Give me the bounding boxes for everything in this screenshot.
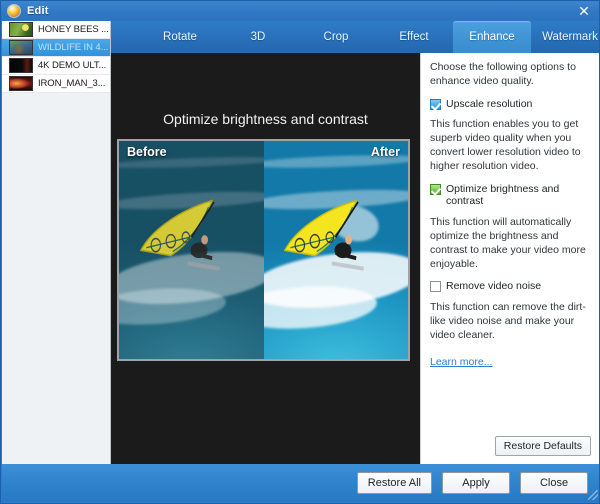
list-item[interactable]: HONEY BEES ... <box>2 21 110 39</box>
app-logo-icon <box>7 4 21 18</box>
upscale-resolution-label: Upscale resolution <box>446 97 533 110</box>
list-item[interactable]: 4K DEMO ULT... <box>2 57 110 75</box>
file-list-sidebar: HONEY BEES ... WILDLIFE IN 4... 4K DEMO … <box>2 21 111 483</box>
edit-dialog-window: Edit ✕ HONEY BEES ... WILDLIFE IN 4... 4… <box>0 0 600 504</box>
optimize-brightness-row[interactable]: Optimize brightness and contrast <box>430 183 591 208</box>
title-bar: Edit ✕ <box>1 1 599 21</box>
windsurfer-graphic <box>266 198 379 290</box>
resize-grip-icon[interactable] <box>588 490 598 500</box>
remove-noise-label: Remove video noise <box>446 280 542 293</box>
footer-bar: Restore All Apply Close <box>2 464 599 502</box>
list-item-label: HONEY BEES ... <box>38 24 108 35</box>
remove-noise-row[interactable]: Remove video noise <box>430 280 591 293</box>
wave-foam <box>119 284 227 329</box>
tab-crop[interactable]: Crop <box>297 21 375 53</box>
learn-more-link[interactable]: Learn more... <box>430 356 492 368</box>
video-thumbnail <box>9 58 33 73</box>
preview-area: Optimize brightness and contrast Before <box>111 53 420 465</box>
options-intro-text: Choose the following options to enhance … <box>430 61 576 87</box>
tab-enhance[interactable]: Enhance <box>453 21 531 53</box>
preview-title: Optimize brightness and contrast <box>163 111 368 127</box>
video-thumbnail <box>9 40 33 55</box>
video-thumbnail <box>9 76 33 91</box>
close-button[interactable]: Close <box>520 472 588 494</box>
tab-bar: Rotate 3D Crop Effect Enhance Watermark <box>111 21 599 53</box>
file-list: HONEY BEES ... WILDLIFE IN 4... 4K DEMO … <box>2 21 110 93</box>
wave-foam <box>263 282 378 334</box>
list-item[interactable]: WILDLIFE IN 4... <box>2 39 110 57</box>
optimize-brightness-description: This function will automatically optimiz… <box>430 215 586 270</box>
restore-defaults-button[interactable]: Restore Defaults <box>494 436 591 456</box>
upscale-resolution-description: This function enables you to get superb … <box>430 118 581 172</box>
after-pane: After <box>263 141 408 359</box>
list-item-label: WILDLIFE IN 4... <box>38 42 108 53</box>
upscale-resolution-checkbox[interactable] <box>430 98 441 110</box>
window-title: Edit <box>27 5 49 17</box>
windsurfer-graphic <box>122 198 235 290</box>
tab-rotate[interactable]: Rotate <box>141 21 219 53</box>
restore-all-button[interactable]: Restore All <box>356 472 432 494</box>
remove-noise-checkbox[interactable] <box>430 281 441 293</box>
optimize-brightness-checkbox[interactable] <box>430 183 441 195</box>
list-item[interactable]: IRON_MAN_3... <box>2 75 110 93</box>
before-pane: Before <box>119 141 264 359</box>
enhance-options-panel: Choose the following options to enhance … <box>420 53 599 465</box>
before-after-comparison: Before After <box>117 139 410 361</box>
video-thumbnail <box>9 22 33 37</box>
tab-3d[interactable]: 3D <box>219 21 297 53</box>
list-item-label: IRON_MAN_3... <box>38 78 106 89</box>
remove-noise-description: This function can remove the dirt-like v… <box>430 300 586 341</box>
apply-button[interactable]: Apply <box>442 472 510 494</box>
before-label: Before <box>127 145 167 159</box>
optimize-brightness-label: Optimize brightness and contrast <box>446 182 560 208</box>
close-icon[interactable]: ✕ <box>571 2 597 20</box>
tab-watermark[interactable]: Watermark <box>531 21 599 53</box>
upscale-resolution-row[interactable]: Upscale resolution <box>430 98 591 111</box>
after-label: After <box>370 145 400 159</box>
tab-effect[interactable]: Effect <box>375 21 453 53</box>
list-item-label: 4K DEMO ULT... <box>38 60 107 71</box>
